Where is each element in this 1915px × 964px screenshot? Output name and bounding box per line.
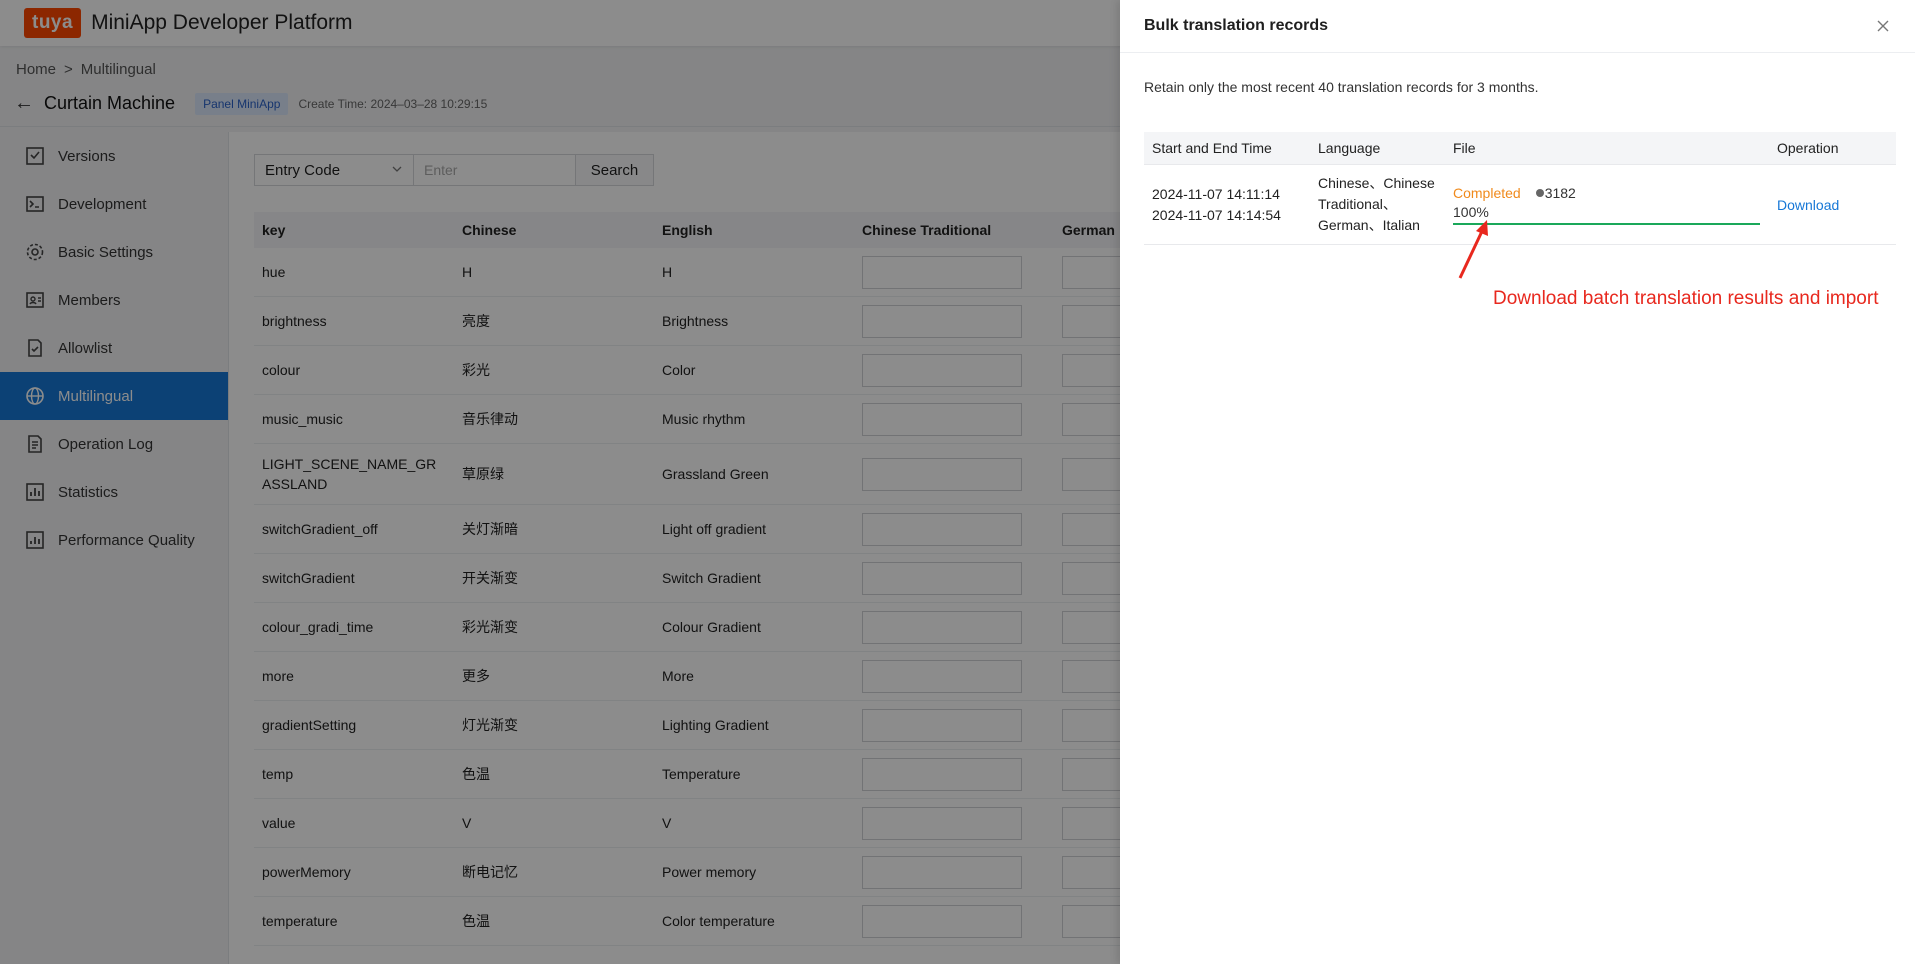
records-table: Start and End Time Language File Operati… bbox=[1144, 132, 1896, 245]
record-end-time: 2024-11-07 14:14:54 bbox=[1152, 206, 1281, 223]
bulk-translation-drawer: Bulk translation records Retain only the… bbox=[1120, 0, 1915, 964]
close-icon[interactable] bbox=[1875, 18, 1891, 34]
record-language-line: German、Italian bbox=[1318, 217, 1420, 233]
download-link[interactable]: Download bbox=[1777, 197, 1839, 213]
drawer-title: Bulk translation records bbox=[1144, 17, 1329, 34]
column-header-time: Start and End Time bbox=[1152, 139, 1272, 156]
modal-mask[interactable] bbox=[0, 0, 1120, 964]
record-count: 3182 bbox=[1535, 185, 1576, 201]
record-operation: Download bbox=[1769, 197, 1896, 213]
record-count-value: 3182 bbox=[1544, 184, 1576, 201]
records-header: Start and End Time Language File Operati… bbox=[1144, 132, 1896, 165]
column-header-language: Language bbox=[1318, 139, 1381, 156]
annotation-arrow bbox=[1458, 220, 1488, 279]
column-header-file: File bbox=[1453, 140, 1476, 156]
record-languages: Chinese、Chinese Traditional、 German、Ital… bbox=[1310, 173, 1445, 236]
record-language-line: Chinese、Chinese bbox=[1318, 175, 1435, 191]
status-badge: Completed bbox=[1453, 184, 1521, 201]
retention-note: Retain only the most recent 40 translati… bbox=[1144, 79, 1539, 95]
drawer-header: Bulk translation records bbox=[1120, 0, 1915, 53]
entry-count-icon bbox=[1535, 185, 1545, 201]
record-language-line: Traditional、 bbox=[1318, 196, 1397, 212]
record-time: 2024-11-07 14:11:14 2024-11-07 14:14:54 bbox=[1144, 184, 1310, 226]
record-start-time: 2024-11-07 14:11:14 bbox=[1152, 185, 1280, 202]
column-header-operation: Operation bbox=[1777, 140, 1839, 156]
annotation-text: Download batch translation results and i… bbox=[1493, 288, 1879, 309]
record-row: 2024-11-07 14:11:14 2024-11-07 14:14:54 … bbox=[1144, 165, 1896, 245]
